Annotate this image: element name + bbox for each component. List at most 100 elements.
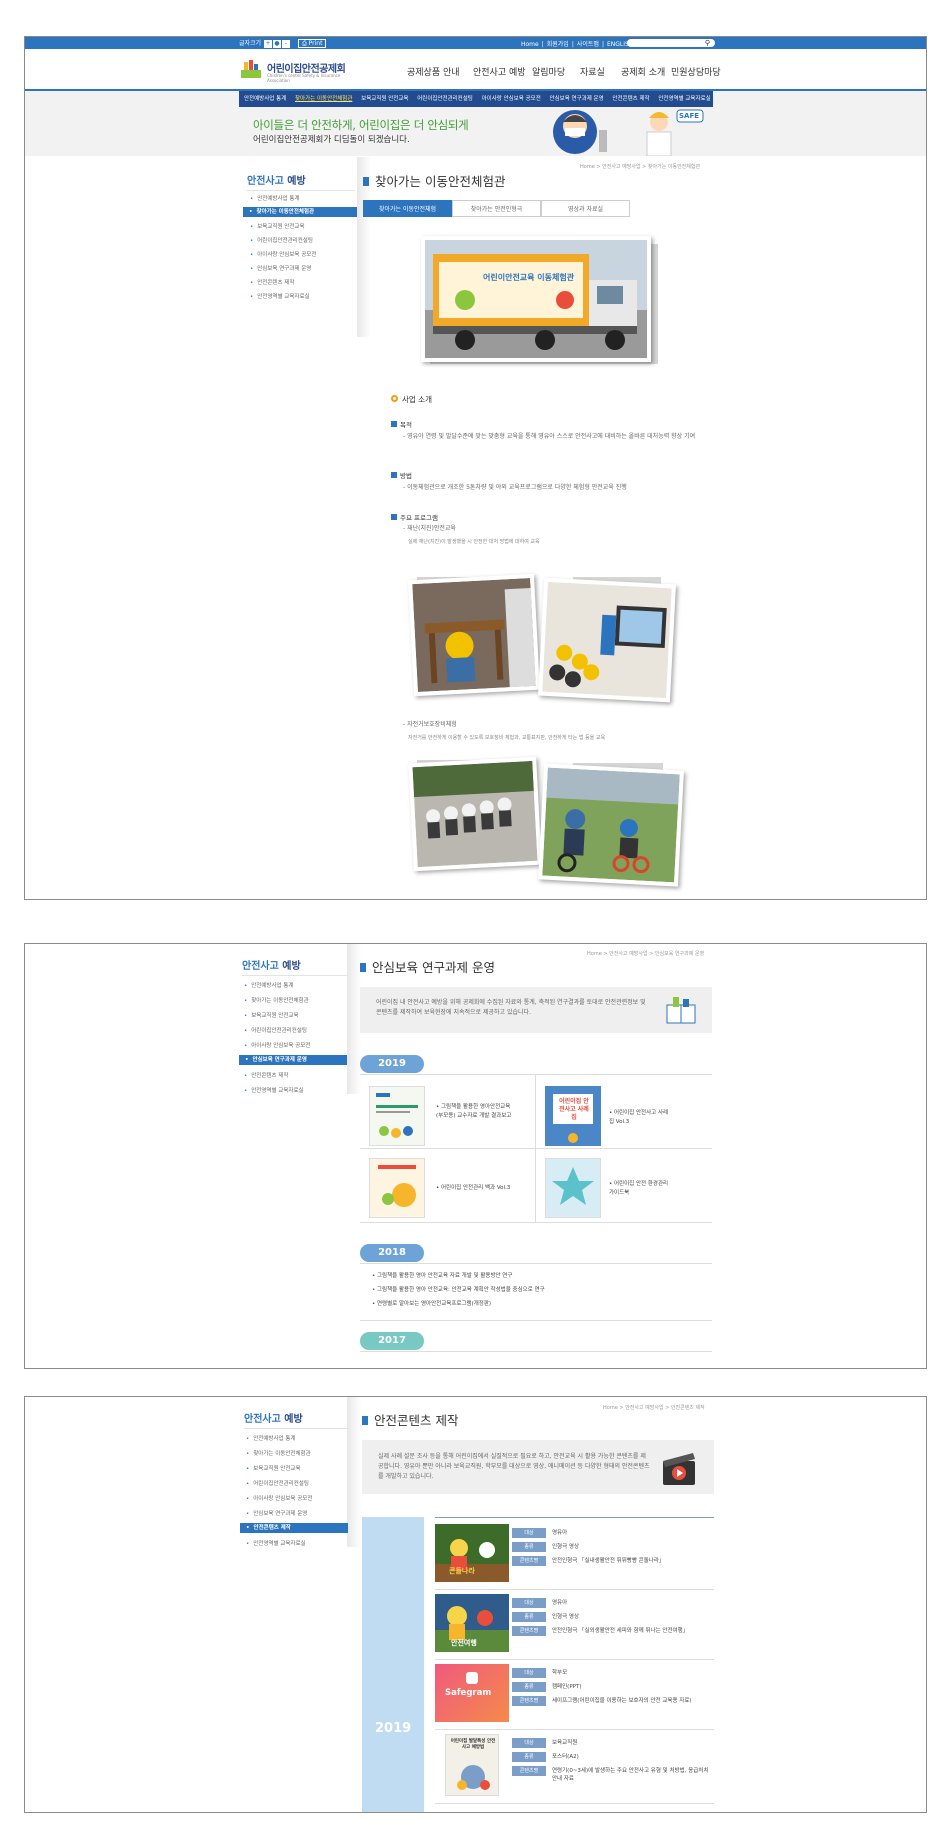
content-name-2[interactable]: 안전인형극 「실외생활안전 세피와 함께 뛰나는 안전여행」 xyxy=(552,1627,712,1635)
home-link[interactable]: Home xyxy=(521,41,539,48)
top-utility-bar: 글자크기 + ● - ⎙ Print Home | 회원가입 | 사이트맵 | ENGLISH … xyxy=(25,37,926,49)
page-title: 안심보육 연구과제 운영 xyxy=(360,957,495,976)
lnb-item-materials[interactable]: 안전영역별 교육자료실 xyxy=(250,292,309,300)
lnb-item-mobile-experience[interactable]: 찾아가는 이동안전체험관 xyxy=(243,207,357,217)
subnav-mobile-experience[interactable]: 찾아가는 이동안전체험관 xyxy=(295,96,352,102)
lnb-item-mobile-experience[interactable]: 찾아가는 이동안전체험관 xyxy=(246,1449,310,1457)
report-title-1[interactable]: 그림책을 활용한 영아안전교육 (부모용) 교수자료 개발 결과보고 xyxy=(436,1103,518,1121)
tag-name: 콘텐츠명 xyxy=(512,1766,546,1776)
lnb-divider xyxy=(247,190,355,191)
lnb-item-materials[interactable]: 안전영역별 교육자료실 xyxy=(246,1539,305,1547)
join-link[interactable]: 회원가입 xyxy=(547,41,569,48)
square-bullet-icon xyxy=(391,421,397,427)
lnb-item-mobile-experience[interactable]: 찾아가는 이동안전체험관 xyxy=(244,996,308,1004)
research-2018-1[interactable]: 그림책을 활용한 영아 안전교육 자료 개발 및 활용방안 연구 xyxy=(372,1271,512,1279)
lnb-item-stats[interactable]: 안전예방사업 통계 xyxy=(250,194,299,202)
content-target-1: 영유아 xyxy=(552,1530,568,1536)
gnb-products[interactable]: 공제상품 안내 xyxy=(407,65,460,78)
poster-art xyxy=(457,1765,490,1790)
lnb-shadow xyxy=(347,944,361,1094)
subnav-materials[interactable]: 안전영역별 교육자료실 xyxy=(658,96,710,102)
year-badge-2019: 2019 xyxy=(360,1055,424,1073)
tab-puppet-show[interactable]: 찾아가는 안전인형극 xyxy=(452,200,541,217)
content-thumb-2[interactable]: 안전여행 xyxy=(435,1594,509,1652)
lnb-item-staff-education[interactable]: 보육교직원 안전교육 xyxy=(250,222,304,230)
lnb-item-stats[interactable]: 안전예방사업 통계 xyxy=(246,1434,295,1442)
lnb-item-contents[interactable]: 안전콘텐츠 제작 xyxy=(244,1071,288,1079)
gnb-notice[interactable]: 알림마당 xyxy=(532,65,565,78)
lnb-item-consulting[interactable]: 어린이집안전관리컨설팅 xyxy=(246,1479,309,1487)
lnb-item-materials[interactable]: 안전영역별 교육자료실 xyxy=(244,1086,303,1094)
print-button[interactable]: ⎙ Print xyxy=(297,39,327,48)
lnb-item-staff-education[interactable]: 보육교직원 안전교육 xyxy=(246,1464,300,1472)
subnav-research[interactable]: 안심보육 연구과제 운영 xyxy=(550,96,604,102)
tab-video-archive[interactable]: 영상과 자료실 xyxy=(541,200,630,217)
section-intro-heading: 사업 소개 xyxy=(391,394,432,405)
font-decrease-button[interactable]: - xyxy=(282,40,291,48)
lnb-item-contest[interactable]: 아이사랑 안심보육 공모전 xyxy=(244,1041,310,1049)
gnb-support[interactable]: 민원상담마당 xyxy=(671,65,721,78)
lnb-item-contest[interactable]: 아이사랑 안심보육 공모전 xyxy=(250,250,316,258)
divider xyxy=(435,1589,714,1590)
report-cover-2: 어린이집 안전사고 사례집 xyxy=(545,1086,601,1146)
square-bullet-icon xyxy=(391,514,397,520)
banner-subline: 어린이집안전공제회가 디딤돌이 되겠습니다. xyxy=(253,135,410,145)
subnav-contest[interactable]: 아이사랑 안심보육 공모전 xyxy=(482,96,541,102)
bicycle-image-2 xyxy=(542,767,680,883)
program-title: 주요 프로그램 xyxy=(400,514,438,522)
breadcrumb: Home > 안전사고 예방사업 > 안전콘텐츠 제작 xyxy=(603,1405,705,1411)
search-input[interactable]: ⚲ xyxy=(627,39,715,47)
site-logo[interactable]: 어린이집안전공제회 Children's center Safety & Ins… xyxy=(241,57,353,83)
content-name-4[interactable]: 연령기(0~3세)에 발생하는 주요 안전사고 유형 및 처방법, 응급처치 안… xyxy=(552,1767,712,1783)
sitemap-link[interactable]: 사이트맵 xyxy=(577,41,599,48)
content-name-3[interactable]: 세이프그램(어린이집을 이용하는 보호자의 안전 교육용 자료) xyxy=(552,1697,712,1705)
divider xyxy=(435,1803,714,1804)
subnav-stats[interactable]: 안전예방사업 통계 xyxy=(244,96,286,102)
truck-photo: 어린이안전교육 이동체험관 xyxy=(421,236,651,362)
subnav-contents[interactable]: 안전콘텐츠 제작 xyxy=(612,96,649,102)
report-cover-art xyxy=(552,1167,594,1205)
content-name-1[interactable]: 안전인형극 「실내생활안전 뛰뛰빵빵 콘돌나라」 xyxy=(552,1557,712,1565)
lnb-item-consulting[interactable]: 어린이집안전관리컨설팅 xyxy=(250,236,313,244)
content-kind-3: 캠페인(PPT) xyxy=(552,1684,582,1690)
report-title-4[interactable]: 어린이집 안전 환경관리 가이드북 xyxy=(609,1180,671,1198)
font-reset-button[interactable]: ● xyxy=(273,40,282,48)
logo-subtext: Children's center Safety & Insurance Ass… xyxy=(267,73,341,83)
subnav-consulting[interactable]: 어린이집안전관리컨설팅 xyxy=(417,96,473,102)
sub-navigation: 안전예방사업 통계 찾아가는 이동안전체험관 보육교직원 안전교육 어린이집안전… xyxy=(239,91,713,107)
report-title-3[interactable]: 어린이집 안전관리 백과 Vol.3 xyxy=(436,1184,532,1193)
gnb-about[interactable]: 공제회 소개 xyxy=(621,65,665,78)
lnb-item-research[interactable]: 안심보육 연구과제 운영 xyxy=(239,1055,347,1065)
bicycle-photo-2 xyxy=(538,763,684,887)
tag-target: 대상 xyxy=(512,1668,546,1678)
lnb-item-contents[interactable]: 안전콘텐츠 제작 xyxy=(240,1523,348,1533)
breadcrumb: Home > 안전사고 예방사업 > 안심보육 연구과제 운영 xyxy=(587,951,705,957)
lnb-item-contents[interactable]: 안전콘텐츠 제작 xyxy=(250,278,294,286)
research-2018-2[interactable]: 그림책을 활용한 영아 안전교육: 안전교육 계획안 작성법을 중심으로 연구 xyxy=(372,1285,545,1293)
lnb-title: 안전사고 예방 xyxy=(244,1410,303,1425)
print-label: Print xyxy=(308,40,323,47)
content-thumb-4[interactable]: 어린이집 발달특성 안전사고 예방법 xyxy=(445,1734,499,1796)
divider xyxy=(435,1729,714,1730)
research-2018-3[interactable]: 연령별로 알아보는 영아안전교육프로그램(개정판) xyxy=(372,1299,491,1307)
report-cover-4 xyxy=(545,1158,601,1218)
font-increase-button[interactable]: + xyxy=(264,40,273,48)
year-column xyxy=(362,1517,424,1812)
gnb-safety[interactable]: 안전사고 예방 xyxy=(473,65,526,78)
lnb-item-staff-education[interactable]: 보육교직원 안전교육 xyxy=(244,1011,298,1019)
content-thumb-1[interactable]: 콘돌나라 xyxy=(435,1524,509,1582)
content-thumb-3[interactable]: Safegram xyxy=(435,1664,509,1722)
subnav-staff-education[interactable]: 보육교직원 안전교육 xyxy=(361,96,408,102)
report-title-2[interactable]: 어린이집 안전사고 사례집 Vol.3 xyxy=(609,1109,671,1127)
lnb-item-stats[interactable]: 안전예방사업 통계 xyxy=(244,981,293,989)
lnb-item-contest[interactable]: 아이사랑 안심보육 공모전 xyxy=(246,1494,312,1502)
gnb-archive[interactable]: 자료실 xyxy=(580,65,605,78)
lnb-item-research[interactable]: 안심보육 연구과제 운영 xyxy=(250,264,311,272)
search-icon[interactable]: ⚲ xyxy=(705,39,710,47)
banner-headline: 아이들은 더 안전하게, 어린이집은 더 안심되게 xyxy=(253,118,469,132)
tab-mobile-experience[interactable]: 찾아가는 이동안전체험 xyxy=(363,200,452,217)
report-cover-title: 어린이집 안전사고 사례집 xyxy=(559,1098,589,1121)
bullet-circle-icon xyxy=(391,395,398,402)
lnb-item-consulting[interactable]: 어린이집안전관리컨설팅 xyxy=(244,1026,307,1034)
lnb-item-research[interactable]: 안심보육 연구과제 운영 xyxy=(246,1509,307,1517)
